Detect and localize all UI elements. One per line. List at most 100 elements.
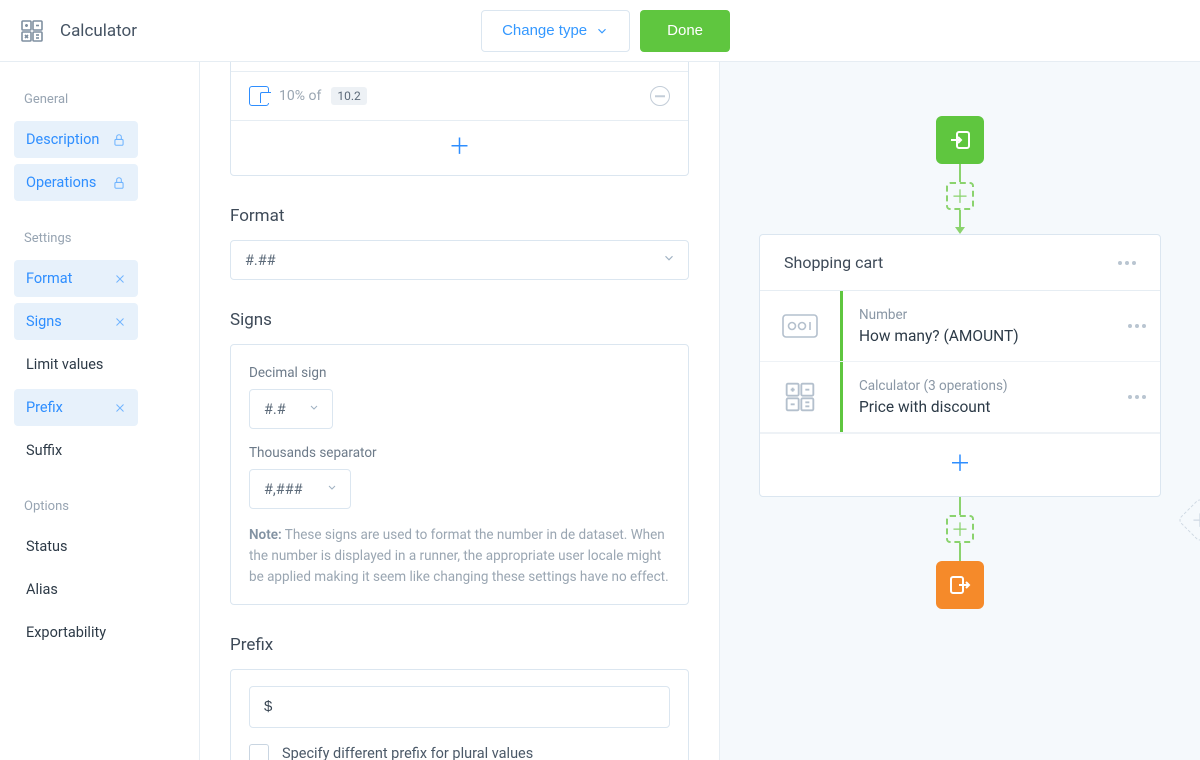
section-heading-signs: Signs (230, 310, 689, 330)
sidebar-item-signs[interactable]: Signs (14, 303, 138, 340)
row-menu[interactable] (1114, 291, 1160, 361)
more-icon[interactable] (1118, 261, 1136, 265)
flow-start-node[interactable] (936, 116, 984, 164)
prefix-input[interactable] (249, 686, 670, 728)
decimal-sign-value: #.# (264, 401, 286, 418)
sidebar-item-label: Prefix (26, 399, 63, 416)
flow-card[interactable]: Shopping cart Number How many? (AMOUNT) (759, 234, 1161, 497)
sidebar-group-options: Options Status Alias Exportability (14, 495, 185, 651)
more-icon (1128, 395, 1146, 399)
operation-row[interactable] (231, 62, 688, 72)
entry-icon (948, 128, 972, 152)
plus-icon: ＋ (448, 137, 470, 159)
flow-connector (959, 543, 961, 561)
signs-panel: Decimal sign #.# Thousands separator #,#… (230, 344, 689, 605)
sidebar-group-general: General Description Operations (14, 88, 185, 201)
format-value: #.## (245, 252, 276, 269)
sidebar-group-settings: Settings Format Signs Limit values Prefi… (14, 227, 185, 469)
sidebar-item-prefix[interactable]: Prefix (14, 389, 138, 426)
page-title: Calculator (60, 21, 137, 41)
close-icon[interactable] (114, 402, 126, 414)
variable-icon (249, 86, 269, 106)
main-layout: General Description Operations Settings … (0, 62, 1200, 760)
sidebar-group-label: Settings (14, 227, 185, 260)
flow-canvas[interactable]: ＋ Shopping cart Number How many? (AMOUNT… (720, 62, 1200, 760)
flow-end-node[interactable] (936, 561, 984, 609)
flow-add-slot[interactable]: ＋ (946, 515, 974, 543)
flow-card-add-row[interactable]: ＋ (760, 433, 1160, 496)
exit-icon (948, 573, 972, 597)
sidebar-item-label: Operations (26, 174, 96, 191)
editor-column: 10% of 10.2 ＋ Format #.## Signs Decimal … (200, 62, 720, 760)
arrow-down-icon (955, 227, 965, 234)
plus-icon: ＋ (1191, 507, 1200, 533)
row-body: Calculator (3 operations) Price with dis… (843, 362, 1114, 432)
chevron-down-icon (308, 401, 320, 418)
row-title: Price with discount (859, 398, 1100, 416)
row-title: How many? (AMOUNT) (859, 327, 1100, 345)
thousands-separator-value: #,### (264, 481, 303, 498)
flow-card-title: Shopping cart (784, 253, 883, 272)
sidebar-item-description[interactable]: Description (14, 121, 138, 158)
sidebar: General Description Operations Settings … (0, 62, 200, 760)
sidebar-item-label: Exportability (26, 624, 106, 641)
sidebar-item-limit-values[interactable]: Limit values (14, 346, 185, 383)
plus-icon: ＋ (949, 454, 971, 476)
sidebar-item-exportability[interactable]: Exportability (14, 614, 185, 651)
note-label: Note: (249, 527, 282, 543)
section-heading-prefix: Prefix (230, 635, 689, 655)
flow-card-header: Shopping cart (760, 235, 1160, 291)
row-type-label: Number (859, 307, 1100, 323)
flow-card-row[interactable]: Calculator (3 operations) Price with dis… (760, 362, 1160, 433)
done-button[interactable]: Done (640, 10, 730, 52)
sidebar-item-label: Suffix (26, 442, 62, 459)
thousands-separator-select[interactable]: #,### (249, 469, 351, 509)
thousands-separator-label: Thousands separator (249, 445, 670, 461)
change-type-button[interactable]: Change type (481, 10, 630, 52)
plural-prefix-row[interactable]: Specify different prefix for plural valu… (249, 744, 670, 760)
flow-connector (959, 497, 961, 515)
chevron-down-icon (326, 481, 338, 498)
number-icon (782, 314, 818, 338)
row-body: Number How many? (AMOUNT) (843, 291, 1114, 361)
branch-add-slot[interactable]: ＋ (1177, 497, 1200, 542)
flow-connector (959, 210, 961, 228)
plural-prefix-label: Specify different prefix for plural valu… (282, 745, 533, 760)
chevron-down-icon (662, 251, 676, 269)
lock-icon (112, 176, 126, 190)
sidebar-group-label: Options (14, 495, 185, 528)
change-type-label: Change type (502, 22, 587, 39)
decimal-sign-select[interactable]: #.# (249, 389, 333, 429)
note-text: These signs are used to format the numbe… (249, 527, 669, 585)
checkbox[interactable] (249, 744, 269, 760)
flow-add-slot[interactable]: ＋ (946, 182, 974, 210)
chevron-down-icon (595, 24, 609, 38)
sidebar-item-label: Limit values (26, 356, 103, 373)
decimal-sign-label: Decimal sign (249, 365, 670, 381)
sidebar-item-alias[interactable]: Alias (14, 571, 185, 608)
close-icon[interactable] (114, 316, 126, 328)
sidebar-item-label: Signs (26, 313, 62, 330)
flow-column: ＋ Shopping cart Number How many? (AMOUNT… (759, 116, 1161, 609)
lock-icon (112, 133, 126, 147)
add-operation-row[interactable]: ＋ (231, 121, 688, 175)
operation-row[interactable]: 10% of 10.2 (231, 72, 688, 121)
sidebar-item-suffix[interactable]: Suffix (14, 432, 185, 469)
remove-icon[interactable] (650, 86, 670, 106)
sidebar-group-label: General (14, 88, 185, 121)
sidebar-item-label: Description (26, 131, 99, 148)
format-select[interactable]: #.## (230, 240, 689, 280)
sidebar-item-operations[interactable]: Operations (14, 164, 138, 201)
topbar-left: Calculator (20, 19, 137, 43)
row-icon (760, 291, 840, 361)
close-icon[interactable] (114, 273, 126, 285)
prefix-panel: Specify different prefix for plural valu… (230, 669, 689, 760)
row-icon (760, 362, 840, 432)
sidebar-item-status[interactable]: Status (14, 528, 185, 565)
flow-card-row[interactable]: Number How many? (AMOUNT) (760, 291, 1160, 362)
done-label: Done (667, 22, 703, 39)
row-type-label: Calculator (3 operations) (859, 378, 1100, 394)
sidebar-item-format[interactable]: Format (14, 260, 138, 297)
row-menu[interactable] (1114, 362, 1160, 432)
signs-note: Note: These signs are used to format the… (249, 525, 670, 588)
